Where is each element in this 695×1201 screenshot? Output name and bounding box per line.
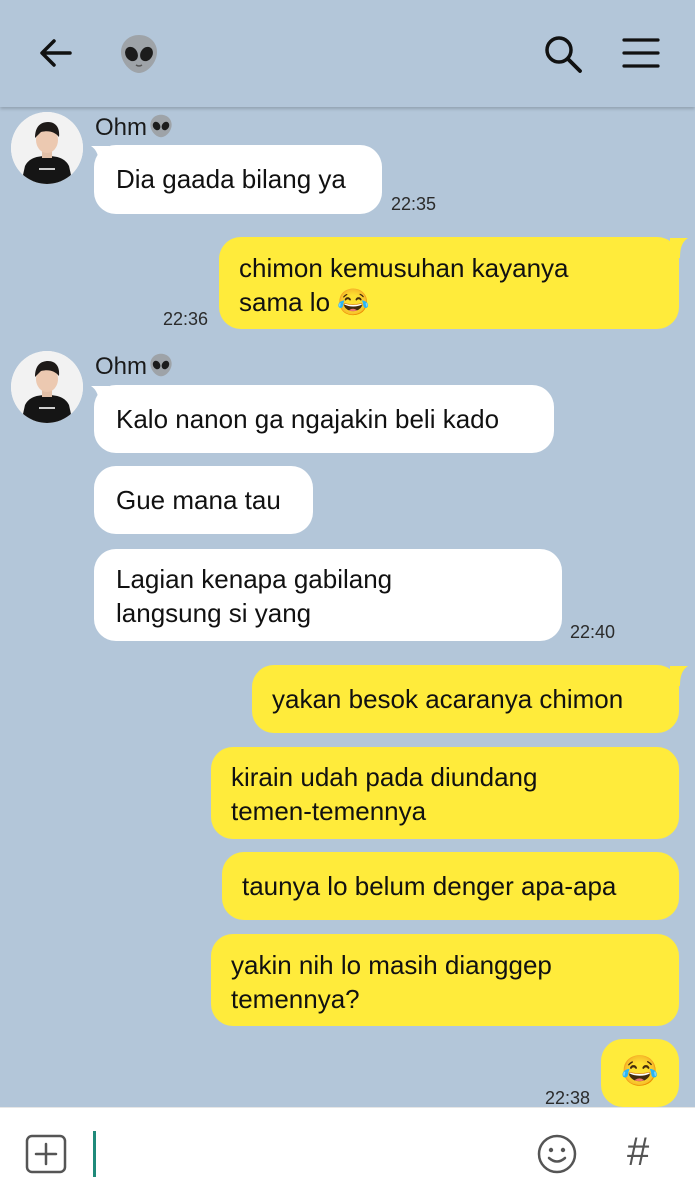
- message-timestamp: 22:38: [545, 1088, 591, 1108]
- smiley-icon[interactable]: [535, 1132, 579, 1176]
- text-input-cursor[interactable]: [93, 1131, 96, 1177]
- incoming-message-bubble[interactable]: Gue mana tau: [94, 466, 313, 534]
- message-line: yakin nih lo masih dianggep: [231, 950, 552, 980]
- message-text: taunya lo belum denger apa-apa: [242, 871, 617, 901]
- alien-emoji-icon: [121, 35, 157, 73]
- outgoing-message-bubble[interactable]: kirain udah pada diundang temen-temennya: [211, 747, 679, 839]
- incoming-message-bubble[interactable]: Lagian kenapa gabilang langsung si yang: [94, 549, 562, 641]
- message-line: temennya?: [231, 984, 360, 1014]
- incoming-message-bubble[interactable]: Dia gaada bilang ya: [94, 145, 382, 214]
- outgoing-emoji-bubble[interactable]: 😂: [601, 1039, 679, 1107]
- message-timestamp: 22:36: [163, 309, 209, 329]
- avatar[interactable]: [11, 351, 83, 423]
- laughing-tears-emoji: 😂: [337, 287, 370, 317]
- laughing-tears-emoji: 😂: [621, 1055, 659, 1088]
- message-line: Lagian kenapa gabilang: [116, 564, 393, 594]
- sender-name: Ohm: [95, 113, 174, 142]
- alien-emoji-icon: [150, 353, 172, 377]
- plus-square-icon[interactable]: [25, 1134, 69, 1176]
- message-text: Dia gaada bilang ya: [116, 164, 346, 194]
- sender-name-text: Ohm: [95, 114, 148, 141]
- message-line: temen-temennya: [231, 796, 427, 826]
- search-icon[interactable]: [542, 33, 584, 75]
- hamburger-menu-icon[interactable]: [622, 36, 660, 70]
- bubble-tail: [670, 238, 688, 258]
- arrow-left-icon[interactable]: [36, 33, 76, 73]
- message-timestamp: 22:40: [570, 622, 616, 642]
- message-line-with-emoji: sama lo 😂: [239, 285, 659, 319]
- message-line: chimon kemusuhan kayanya: [239, 253, 569, 283]
- message-timestamp: 22:35: [391, 194, 437, 214]
- outgoing-message-bubble[interactable]: chimon kemusuhan kayanya sama lo 😂: [219, 237, 679, 329]
- profile-photo: [11, 351, 83, 423]
- outgoing-message-bubble[interactable]: yakan besok acaranya chimon: [252, 665, 679, 733]
- message-text: yakan besok acaranya chimon: [272, 684, 624, 714]
- sender-name: Ohm: [95, 352, 174, 381]
- chat-header: [0, 0, 695, 107]
- incoming-message-bubble[interactable]: Kalo nanon ga ngajakin beli kado: [94, 385, 554, 453]
- message-line: kirain udah pada diundang: [231, 762, 538, 792]
- message-line: sama lo: [239, 287, 331, 317]
- hashtag-button[interactable]: #: [627, 1130, 649, 1175]
- alien-emoji-icon: [150, 114, 172, 138]
- message-text: Gue mana tau: [116, 485, 281, 515]
- profile-photo: [11, 112, 83, 184]
- sender-name-text: Ohm: [95, 353, 148, 380]
- avatar[interactable]: [11, 112, 83, 184]
- message-text: Kalo nanon ga ngajakin beli kado: [116, 404, 500, 434]
- message-line: langsung si yang: [116, 598, 312, 628]
- outgoing-message-bubble[interactable]: taunya lo belum denger apa-apa: [222, 852, 679, 920]
- message-input-bar: [0, 1107, 695, 1201]
- outgoing-message-bubble[interactable]: yakin nih lo masih dianggep temennya?: [211, 934, 679, 1026]
